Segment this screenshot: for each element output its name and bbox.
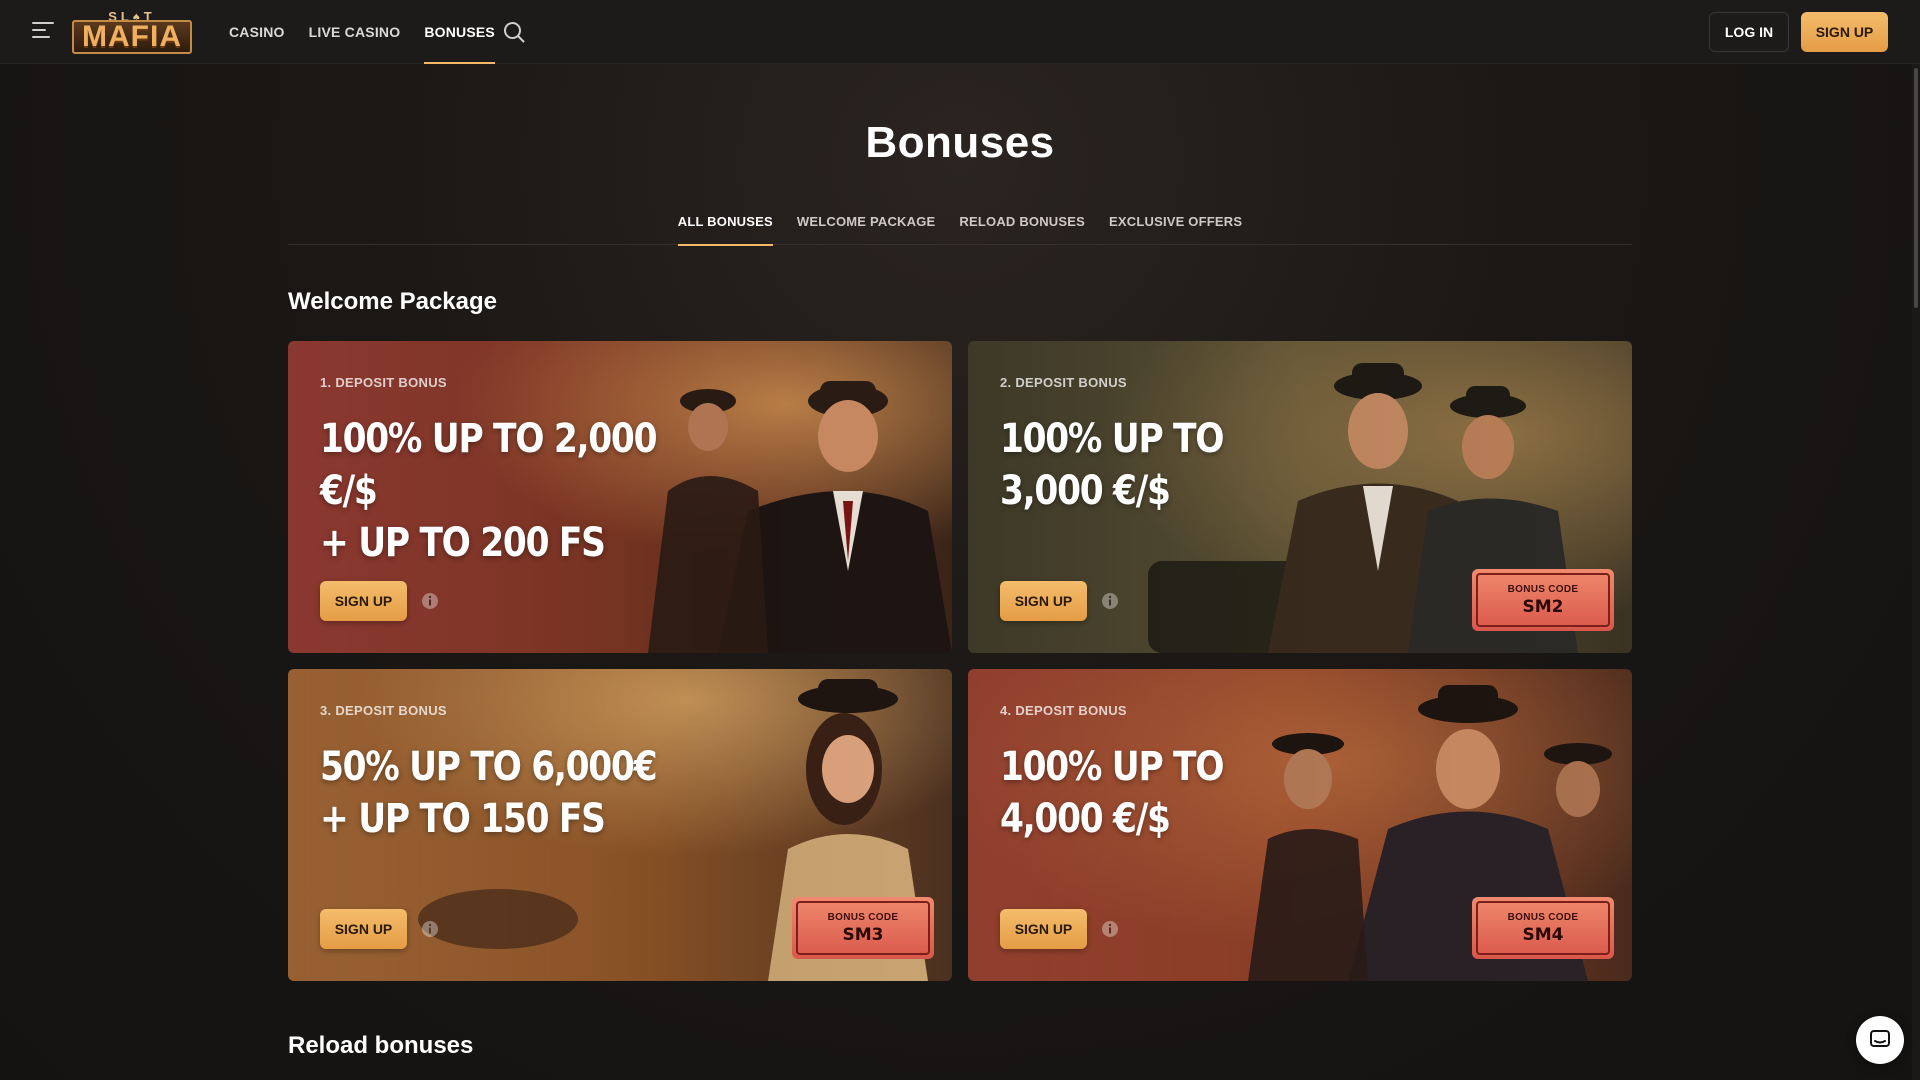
card-3-label: 3. DEPOSIT BONUS xyxy=(320,703,447,718)
card-3-headline-line2: + UP TO 150 FS xyxy=(320,796,606,842)
live-chat-button[interactable] xyxy=(1856,1016,1904,1064)
card-2-bonus-code[interactable]: BONUS CODE SM2 xyxy=(1472,569,1614,631)
site-logo[interactable]: SL♠T MAFIA xyxy=(72,9,192,55)
info-icon[interactable] xyxy=(1101,920,1119,938)
card-3-bonus-code[interactable]: BONUS CODE SM3 xyxy=(792,897,934,959)
tab-welcome-package[interactable]: WELCOME PACKAGE xyxy=(797,200,936,245)
tab-reload-bonuses[interactable]: RELOAD BONUSES xyxy=(959,200,1085,245)
card-2-headline-line1: 100% UP TO xyxy=(1000,416,1224,462)
bonus-card-4: 4. DEPOSIT BONUS 100% UP TO 4,000 €/$ SI… xyxy=(968,669,1632,981)
info-icon[interactable] xyxy=(421,920,439,938)
info-icon[interactable] xyxy=(1101,592,1119,610)
card-2-headline: 100% UP TO 3,000 €/$ xyxy=(1000,413,1361,517)
card-3-headline-line1: 50% UP TO 6,000€ xyxy=(320,744,658,790)
card-3-headline: 50% UP TO 6,000€ + UP TO 150 FS xyxy=(320,741,681,845)
scrollbar-thumb[interactable] xyxy=(1914,68,1918,308)
card-4-headline: 100% UP TO 4,000 €/$ xyxy=(1000,741,1361,845)
card-2-headline-line2: 3,000 €/$ xyxy=(1000,468,1171,514)
logo-main-text: MAFIA xyxy=(72,20,192,54)
bonus-code-value: SM3 xyxy=(842,924,884,945)
bonus-card-2: 2. DEPOSIT BONUS 100% UP TO 3,000 €/$ SI… xyxy=(968,341,1632,653)
card-4-headline-line1: 100% UP TO xyxy=(1000,744,1224,790)
card-1-label: 1. DEPOSIT BONUS xyxy=(320,375,447,390)
card-2-label: 2. DEPOSIT BONUS xyxy=(1000,375,1127,390)
search-icon[interactable] xyxy=(502,20,526,44)
bonus-code-value: SM2 xyxy=(1522,596,1564,617)
bonus-code-label: BONUS CODE xyxy=(827,911,899,923)
nav-casino[interactable]: CASINO xyxy=(229,0,285,64)
card-1-headline-line1: 100% UP TO 2,000 €/$ xyxy=(320,416,658,514)
main-nav: CASINO LIVE CASINO BONUSES xyxy=(229,0,519,64)
chat-icon xyxy=(1870,1030,1890,1047)
bonus-code-value: SM4 xyxy=(1522,924,1564,945)
nav-bonuses[interactable]: BONUSES xyxy=(424,0,495,64)
page-title: Bonuses xyxy=(865,118,1055,167)
card-1-headline-line2: + UP TO 200 FS xyxy=(320,520,606,566)
nav-live-casino[interactable]: LIVE CASINO xyxy=(309,0,401,64)
header-signup-button[interactable]: SIGN UP xyxy=(1801,12,1888,52)
bonus-card-3: 3. DEPOSIT BONUS 50% UP TO 6,000€ + UP T… xyxy=(288,669,952,981)
card-1-headline: 100% UP TO 2,000 €/$ + UP TO 200 FS xyxy=(320,413,681,569)
card-4-label: 4. DEPOSIT BONUS xyxy=(1000,703,1127,718)
card-4-signup-button[interactable]: SIGN UP xyxy=(1000,909,1087,949)
tab-all-bonuses[interactable]: ALL BONUSES xyxy=(677,200,774,246)
hamburger-menu-icon[interactable] xyxy=(32,22,54,40)
info-icon[interactable] xyxy=(421,592,439,610)
reload-bonuses-title: Reload bonuses xyxy=(288,1032,474,1059)
welcome-package-title: Welcome Package xyxy=(288,288,498,315)
card-4-headline-line2: 4,000 €/$ xyxy=(1000,796,1171,842)
bonus-code-label: BONUS CODE xyxy=(1507,911,1579,923)
card-3-signup-button[interactable]: SIGN UP xyxy=(320,909,407,949)
card-4-bonus-code[interactable]: BONUS CODE SM4 xyxy=(1472,897,1614,959)
page-scrollbar[interactable] xyxy=(1912,64,1920,1080)
bonus-tabs: ALL BONUSES WELCOME PACKAGE RELOAD BONUS… xyxy=(288,200,1632,246)
card-2-signup-button[interactable]: SIGN UP xyxy=(1000,581,1087,621)
card-1-signup-button[interactable]: SIGN UP xyxy=(320,581,407,621)
login-button[interactable]: LOG IN xyxy=(1709,12,1789,52)
bonus-code-label: BONUS CODE xyxy=(1507,583,1579,595)
tab-exclusive-offers[interactable]: EXCLUSIVE OFFERS xyxy=(1109,200,1242,245)
bonus-card-1: 1. DEPOSIT BONUS 100% UP TO 2,000 €/$ + … xyxy=(288,341,952,653)
top-navigation-bar: SL♠T MAFIA CASINO LIVE CASINO BONUSES LO… xyxy=(0,0,1920,64)
